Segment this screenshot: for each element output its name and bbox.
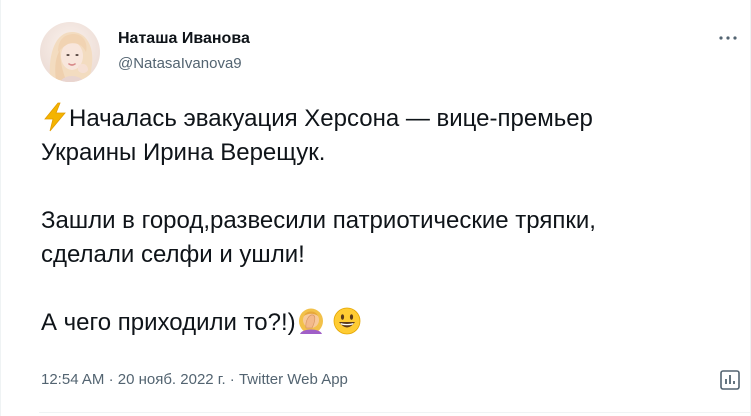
lightning-icon <box>44 102 66 132</box>
tweet-meta: 12:54 AM · 20 нояб. 2022 г. · Twitter We… <box>41 370 348 390</box>
analytics-icon <box>720 370 740 390</box>
author-handle[interactable]: @NatasaIvanova9 <box>118 54 250 74</box>
author-display-name[interactable]: Наташа Иванова <box>118 29 250 49</box>
tweet-line: Началась эвакуация Херсона — вице-премье… <box>41 102 731 136</box>
tweet-line-4: сделали селфи и ушли! <box>41 241 305 268</box>
tweet-time[interactable]: 12:54 AM <box>41 371 104 388</box>
author-block: Наташа Иванова @NatasaIvanova9 <box>118 29 250 74</box>
avatar[interactable] <box>40 22 100 82</box>
tweet-line-1: Началась эвакуация Херсона — вице-премье… <box>69 105 593 132</box>
divider <box>39 412 750 413</box>
tweet-line: А чего приходили то?!) <box>41 306 731 340</box>
meta-separator: · <box>108 371 114 388</box>
analytics-button[interactable] <box>718 368 742 392</box>
tweet-text: Началась эвакуация Херсона — вице-премье… <box>41 102 731 340</box>
woman-facepalming-icon <box>298 308 323 334</box>
more-options-button[interactable] <box>716 28 740 48</box>
meta-separator: · <box>229 371 235 388</box>
tweet-card: Наташа Иванова @NatasaIvanova9 Началась … <box>0 0 751 416</box>
tweet-line-2: Украины Ирина Верещук. <box>41 139 326 166</box>
tweet-date[interactable]: 20 нояб. 2022 г. <box>118 371 226 388</box>
tweet-source[interactable]: Twitter Web App <box>239 371 348 388</box>
more-dots-icon <box>719 36 737 40</box>
tweet-line-5: А чего приходили то?!) <box>41 309 296 336</box>
tweet-line-3: Зашли в город,развесили патриотические т… <box>41 207 596 234</box>
avatar-image <box>40 22 100 82</box>
grinning-face-icon <box>333 307 361 335</box>
